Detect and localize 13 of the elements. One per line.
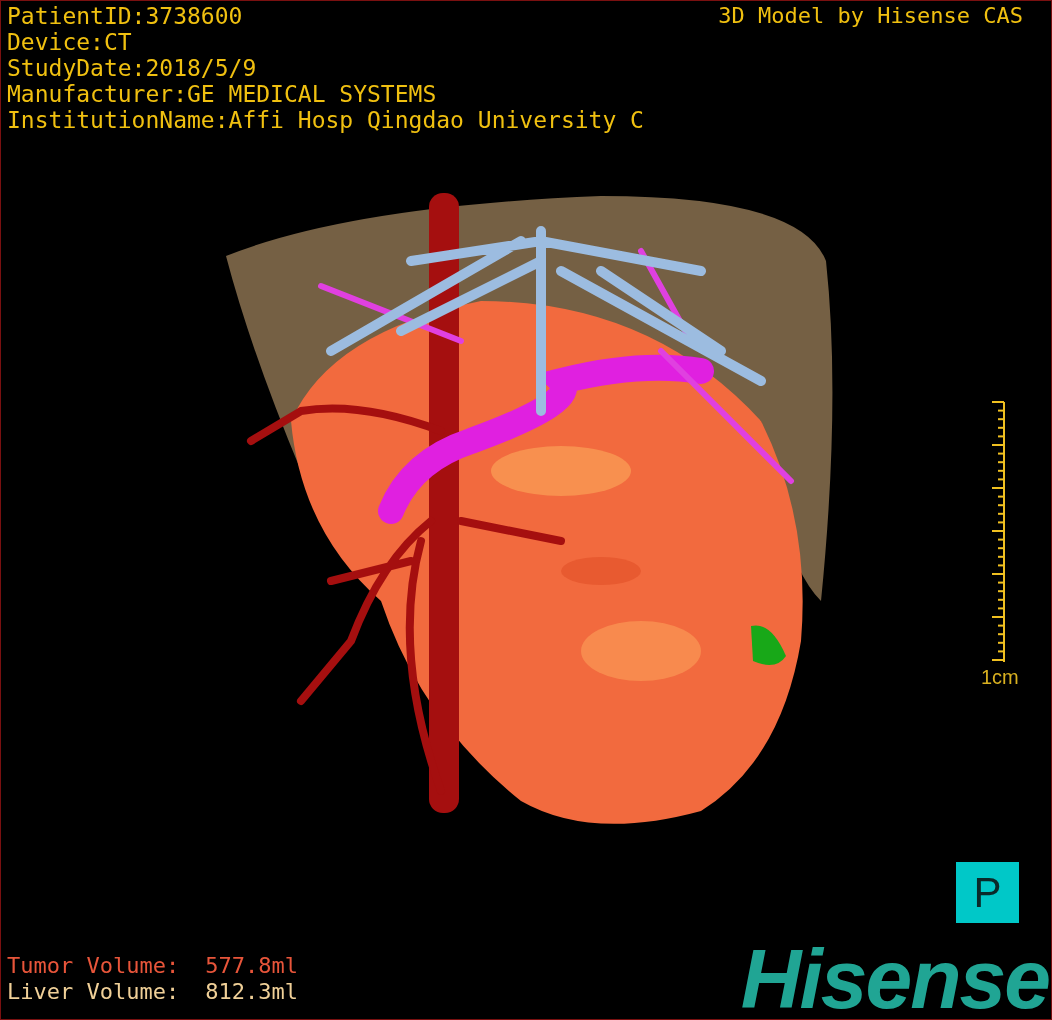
patient-info-text: Device:CT [7,29,133,55]
volume-label: Tumor Volume: [7,953,180,979]
volume-value: 577.8ml [205,953,298,979]
volume-label: Liver Volume: [7,979,180,1005]
logo-text: Hisense [740,937,1049,1019]
volume-value: 812.3ml [205,979,298,1005]
orientation-marker: P [956,862,1019,923]
patient-info-text: StudyDate:2018/5/9 [7,55,258,81]
model-credit-text: 3D Model by Hisense CAS [718,3,1023,29]
patient-info-text: PatientID:3738600 [7,3,244,29]
patient-info-text: Manufacturer:GE MEDICAL SYSTEMS [7,81,438,107]
scale-label: 1cm [981,665,1019,689]
patient-info-text: InstitutionName:Affi Hosp Qingdao University C [7,107,644,133]
